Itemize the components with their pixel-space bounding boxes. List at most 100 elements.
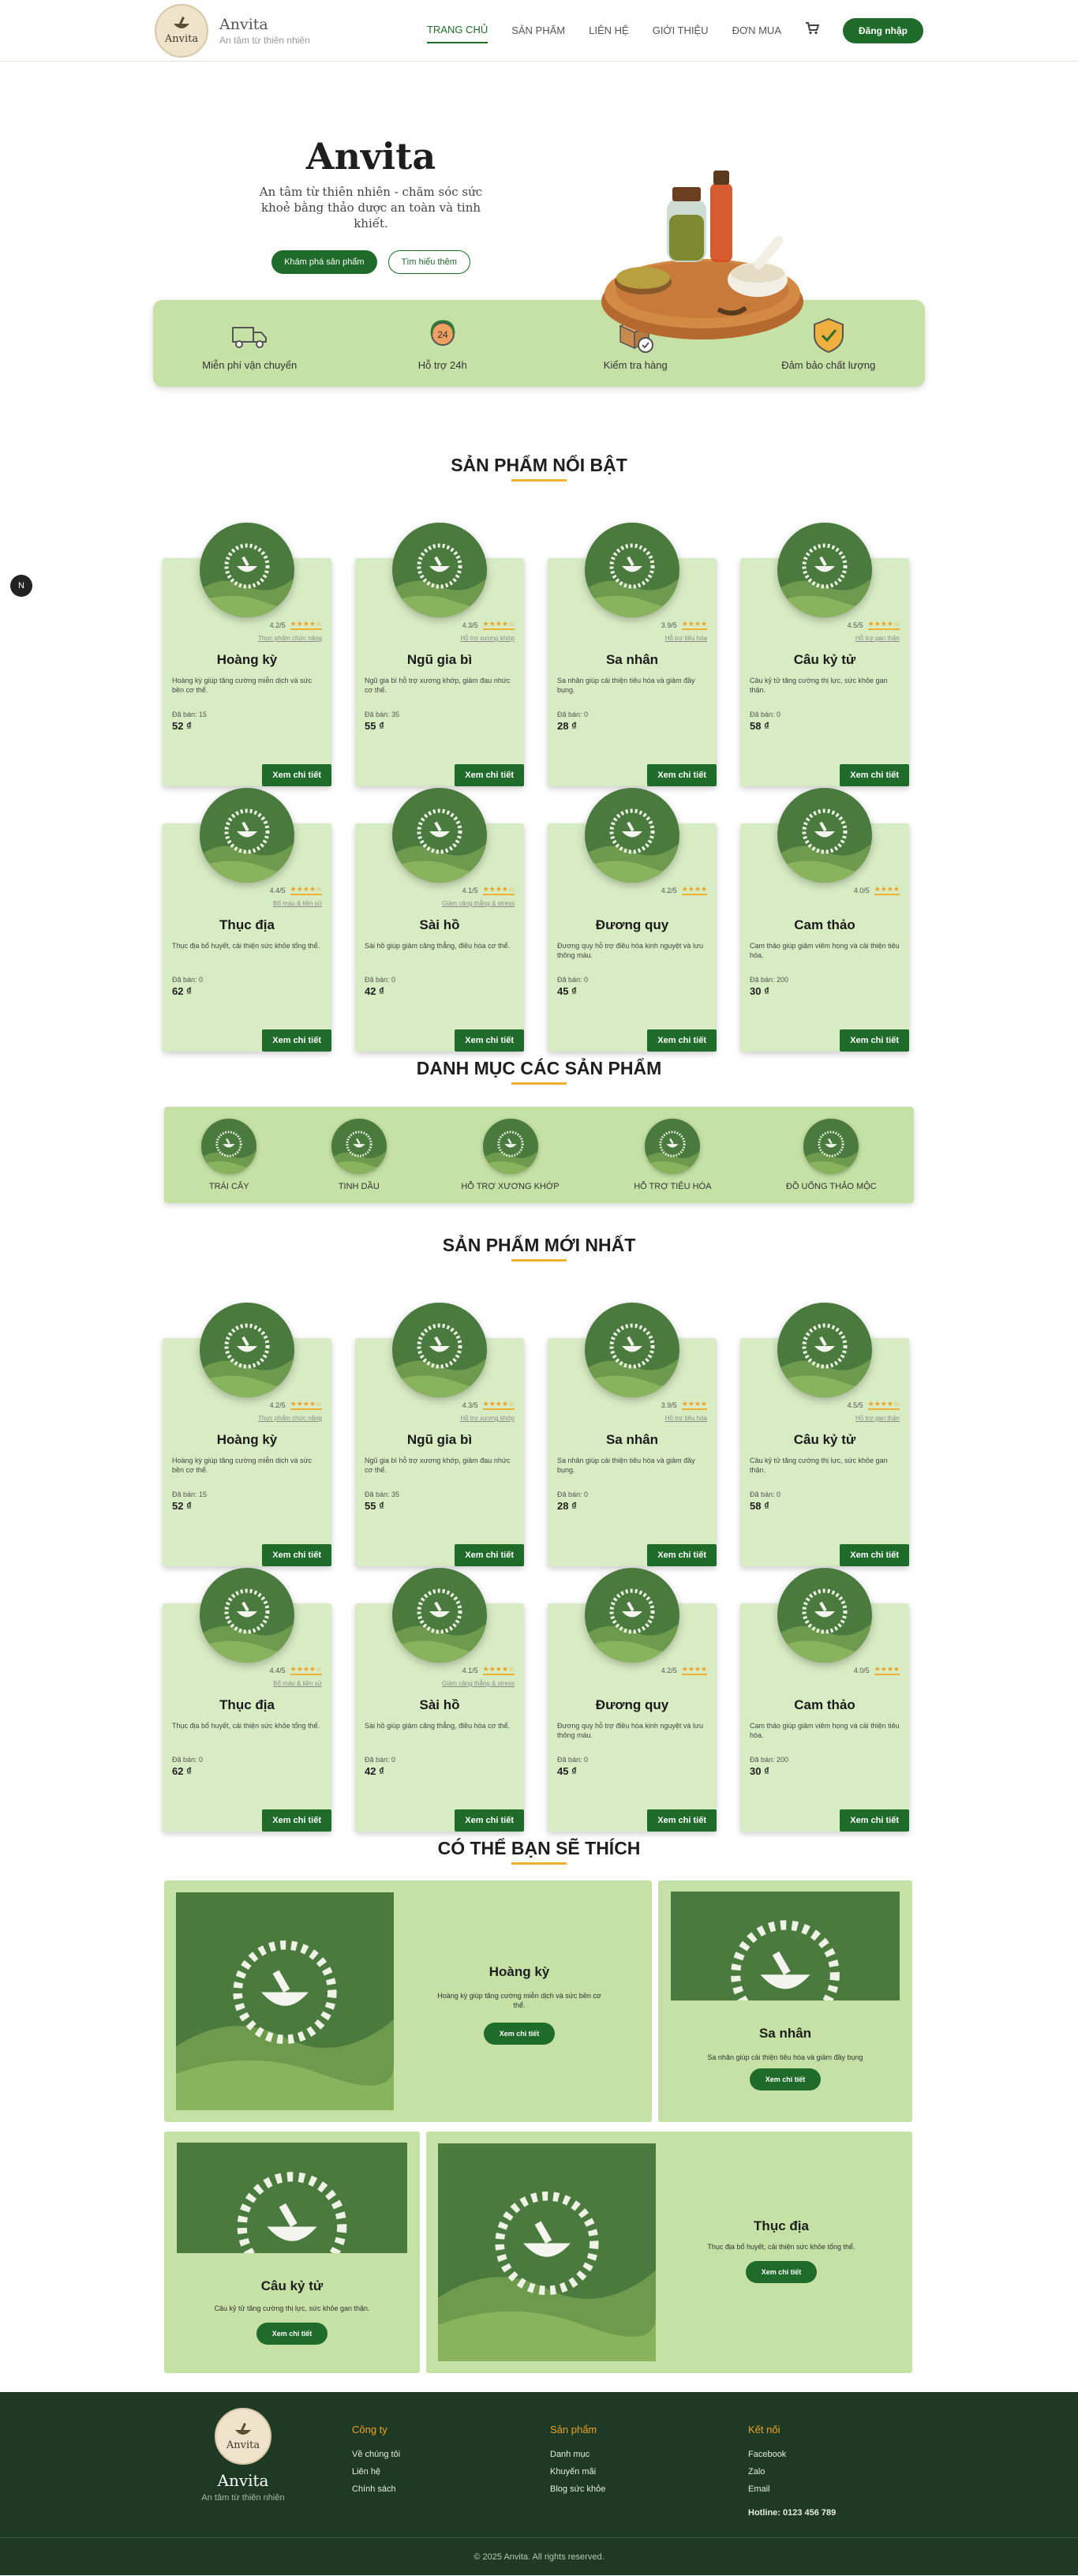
product-detail-button[interactable]: Xem chi tiết [262, 1544, 331, 1566]
product-card[interactable]: 4.5/5 ★★★★☆ Hỗ trợ gan thận Câu kỷ tử Câu kỷ… [740, 523, 909, 788]
product-image[interactable] [585, 1303, 679, 1397]
product-tag[interactable]: Hỗ trợ xương khớp [365, 635, 515, 643]
nav-products[interactable]: SẢN PHẨM [511, 18, 565, 43]
product-card[interactable]: 4.2/5 ★★★★☆ Thực phẩm chức năng Hoàng kỳ Hoà… [163, 523, 331, 788]
footer-link-about[interactable]: Về chúng tôi [352, 2450, 400, 2459]
product-tag[interactable]: Hỗ trợ gan thận [750, 635, 900, 643]
product-tag[interactable]: Hỗ trợ gan thận [750, 1415, 900, 1423]
product-tag[interactable]: Bổ máu & tiền sử [172, 900, 322, 908]
product-card[interactable]: 4.0/5 ★★★★ Cam thảo Cam thảo giúp giảm viêm… [740, 1568, 909, 1838]
product-card[interactable]: 4.2/5 ★★★★ Đương quy Đương quy hỗ trợ điều … [548, 788, 717, 1058]
product-detail-button[interactable]: Xem chi tiết [647, 1544, 717, 1566]
product-image[interactable] [585, 788, 679, 883]
product-card[interactable]: 4.4/5 ★★★★☆ Bổ máu & tiền sử Thục địa Thục đ… [163, 788, 331, 1058]
like-detail-button[interactable]: Xem chi tiết [256, 2323, 328, 2345]
like-detail-button[interactable]: Xem chi tiết [749, 2068, 822, 2090]
login-button[interactable]: Đăng nhập [843, 17, 923, 43]
product-image[interactable] [200, 523, 294, 617]
product-detail-button[interactable]: Xem chi tiết [455, 1544, 524, 1566]
product-detail-button[interactable]: Xem chi tiết [647, 1029, 717, 1052]
learn-more-button[interactable]: Tìm hiểu thêm [387, 250, 470, 274]
product-detail-button[interactable]: Xem chi tiết [647, 1809, 717, 1832]
product-tag[interactable]: Bổ máu & tiền sử [172, 1680, 322, 1688]
footer-link-facebook[interactable]: Facebook [748, 2450, 836, 2459]
footer-link-zalo[interactable]: Zalo [748, 2467, 836, 2477]
like-card-cau-ky-tu[interactable]: Câu kỷ tử Câu kỷ tử tăng cường thị lực, … [164, 2132, 420, 2373]
like-detail-button[interactable]: Xem chi tiết [483, 2023, 556, 2045]
nav-home[interactable]: TRANG CHỦ [426, 17, 488, 43]
category-item[interactable]: HỖ TRỢ TIÊU HÓA [634, 1119, 711, 1191]
product-detail-button[interactable]: Xem chi tiết [840, 1544, 909, 1566]
footer-link-blog[interactable]: Blog sức khỏe [550, 2484, 605, 2494]
category-label: TRÁI CÂY [208, 1182, 249, 1191]
product-detail-button[interactable]: Xem chi tiết [840, 764, 909, 786]
product-tag[interactable]: Thực phẩm chức năng [172, 1415, 322, 1423]
product-tag[interactable] [750, 900, 900, 908]
product-tag[interactable]: Hỗ trợ tiêu hóa [557, 635, 707, 643]
product-tag[interactable]: Hỗ trợ xương khớp [365, 1415, 515, 1423]
product-detail-button[interactable]: Xem chi tiết [262, 1809, 331, 1832]
product-image[interactable] [392, 1303, 487, 1397]
product-tag[interactable] [557, 1680, 707, 1688]
product-card[interactable]: 4.0/5 ★★★★ Cam thảo Cam thảo giúp giảm viêm… [740, 788, 909, 1058]
product-image[interactable] [777, 1303, 872, 1397]
explore-products-button[interactable]: Khám phá sản phẩm [271, 250, 377, 274]
category-item[interactable]: TRÁI CÂY [201, 1119, 257, 1191]
product-image[interactable] [585, 523, 679, 617]
product-card[interactable]: 4.2/5 ★★★★☆ Thực phẩm chức năng Hoàng kỳ Hoà… [163, 1303, 331, 1568]
nav-contact[interactable]: LIÊN HỆ [589, 18, 629, 43]
like-detail-button[interactable]: Xem chi tiết [745, 2261, 818, 2283]
product-card[interactable]: 4.3/5 ★★★★☆ Hỗ trợ xương khớp Ngũ gia bì Ngũ… [355, 1303, 524, 1568]
product-tag[interactable] [750, 1680, 900, 1688]
footer-link-catalog[interactable]: Danh mục [550, 2450, 605, 2459]
like-card-thuc-dia[interactable]: Thục địa Thục địa bổ huyết, cải thiện sứ… [426, 2132, 912, 2373]
category-item[interactable]: HỖ TRỢ XƯƠNG KHỚP [461, 1119, 560, 1191]
product-card[interactable]: 4.3/5 ★★★★☆ Hỗ trợ xương khớp Ngũ gia bì Ngũ… [355, 523, 524, 788]
nav-about[interactable]: GIỚI THIỆU [653, 18, 709, 43]
product-image[interactable] [392, 788, 487, 883]
footer-link-promotions[interactable]: Khuyến mãi [550, 2467, 605, 2477]
product-image[interactable] [777, 788, 872, 883]
product-image[interactable] [200, 1568, 294, 1663]
product-card[interactable]: 4.1/5 ★★★★☆ Giảm căng thẳng & stress Sài hồ… [355, 1568, 524, 1838]
product-detail-button[interactable]: Xem chi tiết [455, 764, 524, 786]
product-card[interactable]: 4.5/5 ★★★★☆ Hỗ trợ gan thận Câu kỷ tử Câu kỷ… [740, 1303, 909, 1568]
floating-badge[interactable]: N [10, 575, 32, 597]
product-image[interactable] [392, 1568, 487, 1663]
product-card[interactable]: 3.9/5 ★★★★ Hỗ trợ tiêu hóa Sa nhân Sa nhân g… [548, 523, 717, 788]
footer-link-policy[interactable]: Chính sách [352, 2484, 400, 2494]
product-detail-button[interactable]: Xem chi tiết [262, 764, 331, 786]
product-detail-button[interactable]: Xem chi tiết [840, 1029, 909, 1052]
product-image[interactable] [200, 1303, 294, 1397]
nav-orders[interactable]: ĐƠN MUA [732, 18, 781, 43]
footer-link-contact[interactable]: Liên hệ [352, 2467, 400, 2477]
product-card[interactable]: 4.4/5 ★★★★☆ Bổ máu & tiền sử Thục địa Thục đ… [163, 1568, 331, 1838]
product-detail-button[interactable]: Xem chi tiết [647, 764, 717, 786]
like-card-hoang-ky[interactable]: Hoàng kỳ Hoàng kỳ giúp tăng cường miễn d… [164, 1880, 652, 2122]
footer-logo[interactable]: Anvita [215, 2408, 271, 2465]
brand-logo[interactable]: Anvita [155, 3, 208, 58]
product-detail-button[interactable]: Xem chi tiết [455, 1809, 524, 1832]
product-card[interactable]: 4.2/5 ★★★★ Đương quy Đương quy hỗ trợ điều … [548, 1568, 717, 1838]
cart-icon[interactable] [805, 22, 820, 39]
product-image[interactable] [777, 1568, 872, 1663]
product-detail-button[interactable]: Xem chi tiết [262, 1029, 331, 1052]
product-image[interactable] [200, 788, 294, 883]
category-item[interactable]: ĐỒ UỐNG THẢO MỘC [786, 1119, 877, 1191]
product-detail-button[interactable]: Xem chi tiết [840, 1809, 909, 1832]
product-tag[interactable]: Hỗ trợ tiêu hóa [557, 1415, 707, 1423]
product-detail-button[interactable]: Xem chi tiết [455, 1029, 524, 1052]
product-tag[interactable]: Thực phẩm chức năng [172, 635, 322, 643]
product-card[interactable]: 3.9/5 ★★★★ Hỗ trợ tiêu hóa Sa nhân Sa nhân g… [548, 1303, 717, 1568]
product-tag[interactable]: Giảm căng thẳng & stress [365, 900, 515, 908]
product-tag[interactable]: Giảm căng thẳng & stress [365, 1680, 515, 1688]
product-image[interactable] [777, 523, 872, 617]
like-card-sa-nhan[interactable]: Sa nhân Sa nhân giúp cải thiện tiêu hóa … [658, 1880, 912, 2122]
product-tag[interactable] [557, 900, 707, 908]
footer-link-email[interactable]: Email [748, 2484, 836, 2494]
category-item[interactable]: TINH DẦU [331, 1119, 387, 1191]
product-image[interactable] [585, 1568, 679, 1663]
product-image[interactable] [392, 523, 487, 617]
brand[interactable]: Anvita Anvita An tâm từ thiên nhiên [155, 3, 310, 58]
product-card[interactable]: 4.1/5 ★★★★☆ Giảm căng thẳng & stress Sài hồ… [355, 788, 524, 1058]
